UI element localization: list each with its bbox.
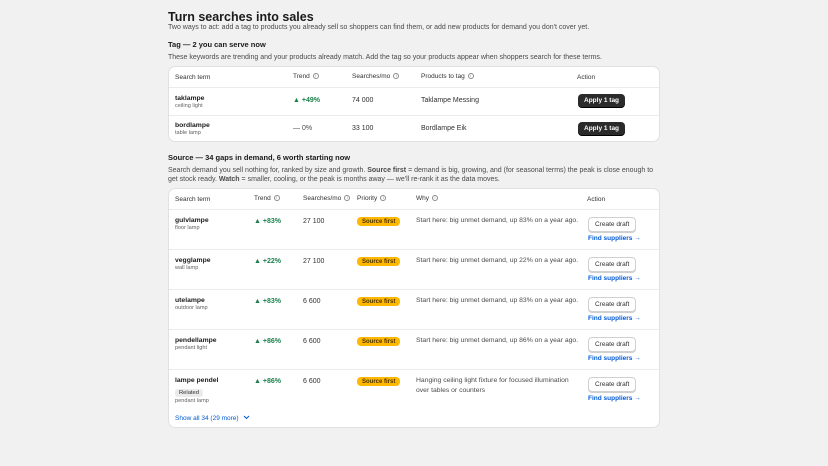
find-suppliers-link[interactable]: Find suppliers → bbox=[588, 395, 641, 402]
source-section-title: Source — 34 gaps in demand, 6 worth star… bbox=[168, 153, 351, 162]
product-name: Bordlampe Eik bbox=[421, 125, 467, 132]
search-term: lampe pendel bbox=[175, 377, 219, 384]
searches-value: 33 100 bbox=[352, 125, 374, 132]
create-draft-button[interactable]: Create draft bbox=[588, 297, 637, 312]
col-search-term: Search term bbox=[175, 196, 211, 203]
trend-value: ▲ +83% bbox=[254, 298, 281, 305]
apply-tag-button[interactable]: Apply 1 tag bbox=[578, 94, 626, 107]
info-icon[interactable]: i bbox=[344, 195, 351, 201]
why-text: Start here: big unmet demand, up 83% on … bbox=[416, 297, 579, 304]
search-term-translation: floor lamp bbox=[175, 225, 200, 231]
why-text: Start here: big unmet demand, up 22% on … bbox=[416, 257, 579, 264]
info-icon[interactable]: i bbox=[393, 73, 400, 79]
tag-table: Search term Trend i Searches/mo i Products… bbox=[168, 66, 660, 142]
search-term: pendellampe bbox=[175, 337, 217, 344]
table-row: bordlampe table lamp — 0% 33 100 Bordlam… bbox=[169, 115, 659, 141]
search-term-translation: wall lamp bbox=[175, 265, 199, 271]
searches-value: 6 600 bbox=[303, 378, 321, 385]
tag-section-title: Tag — 2 you can serve now bbox=[168, 40, 266, 49]
col-searches: Searches/mo i bbox=[352, 73, 400, 80]
col-search-term: Search term bbox=[175, 74, 211, 81]
searches-value: 6 600 bbox=[303, 338, 321, 345]
find-suppliers-link[interactable]: Find suppliers → bbox=[588, 315, 641, 322]
apply-tag-button[interactable]: Apply 1 tag bbox=[578, 122, 626, 135]
info-icon[interactable]: i bbox=[380, 195, 387, 201]
priority-badge: Source first bbox=[357, 377, 401, 386]
search-term: utelampe bbox=[175, 297, 205, 304]
col-priority: Priority i bbox=[357, 195, 387, 202]
tag-section-description: These keywords are trending and your pro… bbox=[168, 54, 602, 61]
find-suppliers-link[interactable]: Find suppliers → bbox=[588, 275, 641, 282]
source-section-description: Search demand you sell nothing for, rank… bbox=[168, 167, 654, 183]
col-trend: Trend i bbox=[254, 195, 280, 202]
priority-badge: Source first bbox=[357, 217, 401, 226]
search-term: bordlampe bbox=[175, 122, 210, 129]
chevron-down-icon bbox=[243, 415, 249, 420]
source-table: Search term Trend i Searches/mo i Priority… bbox=[168, 188, 660, 428]
col-why: Why i bbox=[416, 195, 438, 202]
search-term: gulvlampe bbox=[175, 217, 209, 224]
searches-value: 6 600 bbox=[303, 298, 321, 305]
trend-value: ▲ +22% bbox=[254, 258, 281, 265]
related-tag: Related bbox=[175, 389, 203, 397]
search-term-translation: pendant lamp bbox=[175, 398, 209, 404]
searches-value: 27 100 bbox=[303, 218, 325, 225]
create-draft-button[interactable]: Create draft bbox=[588, 217, 637, 232]
table-row: pendellampe pendant light ▲ +86% 6 600 S… bbox=[169, 329, 659, 369]
col-action: Action bbox=[587, 196, 606, 203]
col-products: Products to tag i bbox=[421, 73, 474, 80]
col-trend: Trend i bbox=[293, 73, 319, 80]
col-action: Action bbox=[577, 74, 596, 81]
find-suppliers-link[interactable]: Find suppliers → bbox=[588, 235, 641, 242]
tag-table-header: Search term Trend i Searches/mo i Products… bbox=[169, 67, 659, 87]
search-term-translation: table lamp bbox=[175, 130, 201, 136]
why-text: Start here: big unmet demand, up 86% on … bbox=[416, 337, 579, 344]
priority-badge: Source first bbox=[357, 297, 401, 306]
col-searches: Searches/mo i bbox=[303, 195, 351, 202]
info-icon[interactable]: i bbox=[273, 195, 280, 201]
searches-value: 27 100 bbox=[303, 258, 325, 265]
create-draft-button[interactable]: Create draft bbox=[588, 337, 637, 352]
find-suppliers-link[interactable]: Find suppliers → bbox=[588, 355, 641, 362]
search-term-translation: outdoor lamp bbox=[175, 305, 208, 311]
search-term: vegglampe bbox=[175, 257, 211, 264]
search-term: taklampe bbox=[175, 95, 205, 102]
search-term-translation: pendant light bbox=[175, 345, 208, 351]
trend-value: — 0% bbox=[293, 125, 313, 132]
info-icon[interactable]: i bbox=[467, 73, 474, 79]
create-draft-button[interactable]: Create draft bbox=[588, 257, 637, 272]
why-text: Start here: big unmet demand, up 83% on … bbox=[416, 217, 579, 224]
trend-value: ▲ +83% bbox=[254, 218, 281, 225]
table-row: utelampe outdoor lamp ▲ +83% 6 600 Sourc… bbox=[169, 289, 659, 329]
priority-badge: Source first bbox=[357, 257, 401, 266]
trend-value: ▲ +49% bbox=[293, 97, 320, 104]
table-row: vegglampe wall lamp ▲ +22% 27 100 Source… bbox=[169, 249, 659, 289]
table-row: taklampe ceiling light ▲ +49% 74 000 Tak… bbox=[169, 87, 659, 115]
trend-value: ▲ +86% bbox=[254, 338, 281, 345]
why-text: Hanging ceiling light fixture for focuse… bbox=[416, 377, 569, 394]
table-row: lampe pendel Related pendant lamp ▲ +86%… bbox=[169, 369, 659, 409]
create-draft-button[interactable]: Create draft bbox=[588, 377, 637, 392]
priority-badge: Source first bbox=[357, 337, 401, 346]
page-subtitle: Two ways to act: add a tag to products y… bbox=[168, 24, 590, 31]
search-term-translation: ceiling light bbox=[175, 103, 203, 109]
searches-value: 74 000 bbox=[352, 97, 374, 104]
show-all-link[interactable]: Show all 34 (29 more) bbox=[175, 415, 250, 422]
trend-value: ▲ +86% bbox=[254, 378, 281, 385]
source-table-header: Search term Trend i Searches/mo i Priority… bbox=[169, 189, 659, 209]
product-name: Taklampe Messing bbox=[421, 97, 479, 104]
info-icon[interactable]: i bbox=[312, 73, 319, 79]
table-row: gulvlampe floor lamp ▲ +83% 27 100 Sourc… bbox=[169, 209, 659, 249]
info-icon[interactable]: i bbox=[432, 195, 438, 201]
page-title: Turn searches into sales bbox=[168, 10, 314, 24]
